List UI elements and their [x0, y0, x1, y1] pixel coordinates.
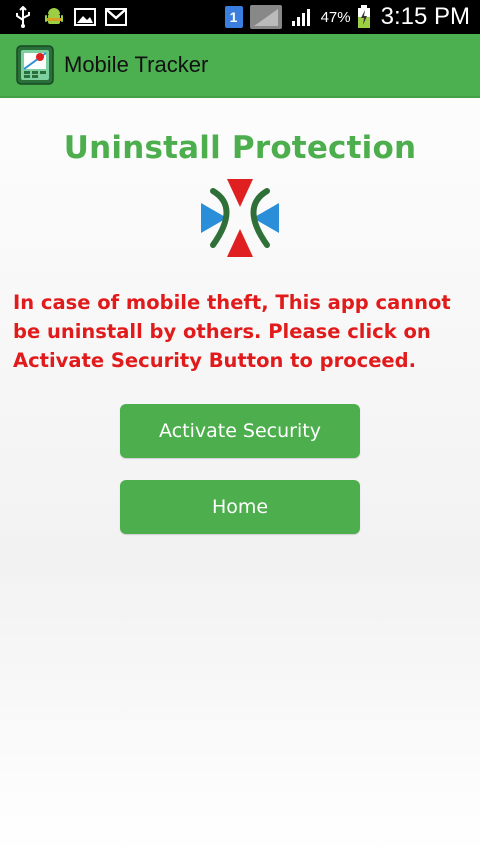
signal-icon [249, 5, 283, 29]
battery-percent: 47% [320, 8, 351, 26]
gmail-icon [105, 6, 127, 28]
clock: 3:15 PM [380, 3, 470, 30]
image-icon [74, 6, 96, 28]
usb-icon [12, 6, 34, 28]
app-title: Mobile Tracker [64, 52, 209, 77]
security-logo-icon [199, 177, 281, 259]
sim-icon: 1 [224, 6, 243, 28]
signal-icon [289, 6, 315, 28]
action-bar: Mobile Tracker [0, 34, 480, 98]
activate-security-button[interactable]: Activate Security [120, 404, 360, 458]
page-title: Uninstall Protection [63, 130, 417, 166]
app-logo-icon[interactable] [16, 45, 54, 85]
warning-message: In case of mobile theft, This app cannot… [13, 291, 451, 372]
battery-charging-icon [357, 5, 371, 28]
home-button[interactable]: Home [120, 480, 360, 534]
status-bar: 1 47% 3:15 PM [0, 0, 480, 34]
android-debug-icon [43, 6, 65, 28]
